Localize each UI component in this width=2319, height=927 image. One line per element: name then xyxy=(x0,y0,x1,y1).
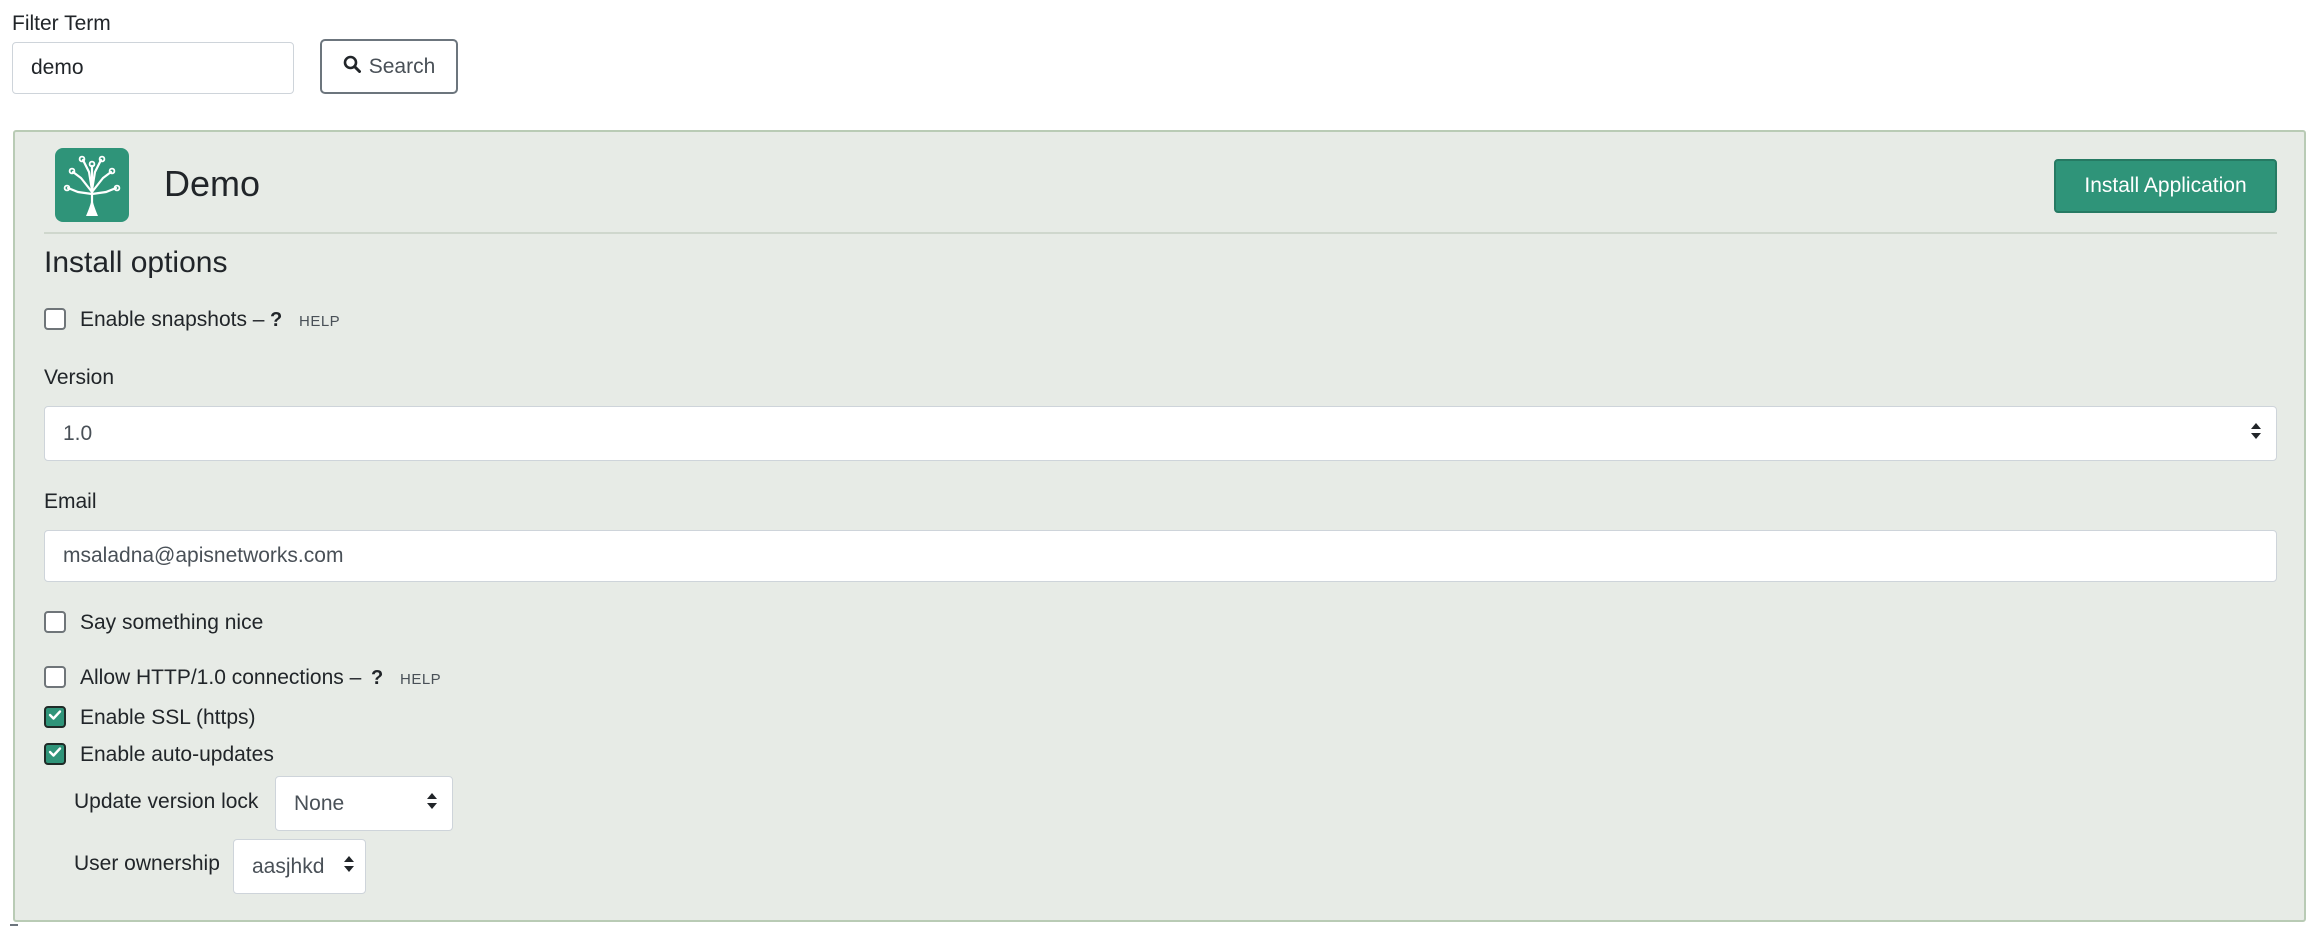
user-ownership-label: User ownership xyxy=(74,852,220,875)
checkmark-icon xyxy=(48,745,62,763)
enable-auto-updates-label: Enable auto-updates xyxy=(80,743,274,766)
enable-snapshots-checkbox[interactable] xyxy=(44,308,66,330)
update-version-lock-select[interactable]: None xyxy=(275,776,453,831)
help-question-icon[interactable]: ? xyxy=(270,309,282,332)
enable-auto-updates-checkbox[interactable] xyxy=(44,743,66,765)
filter-term-input[interactable] xyxy=(12,42,294,94)
select-arrows-icon xyxy=(343,854,355,880)
say-something-nice-checkbox[interactable] xyxy=(44,611,66,633)
app-title: Demo xyxy=(164,163,261,204)
http10-help-link[interactable]: HELP xyxy=(400,671,441,688)
help-question-icon[interactable]: ? xyxy=(371,667,383,690)
filter-term-label: Filter Term xyxy=(12,12,111,35)
select-arrows-icon xyxy=(2250,421,2262,447)
enable-ssl-checkbox[interactable] xyxy=(44,706,66,728)
email-label: Email xyxy=(44,490,97,513)
tree-icon xyxy=(55,148,129,222)
snapshots-help-link[interactable]: HELP xyxy=(299,313,340,330)
ownership-value: aasjhkd xyxy=(252,854,325,878)
version-select-value: 1.0 xyxy=(63,421,93,445)
header-divider xyxy=(44,232,2277,234)
checkmark-icon xyxy=(48,708,62,726)
install-options-title: Install options xyxy=(44,246,228,279)
enable-snapshots-label: Enable snapshots – xyxy=(80,308,265,331)
allow-http10-checkbox[interactable] xyxy=(44,666,66,688)
enable-ssl-label: Enable SSL (https) xyxy=(80,706,256,729)
search-button[interactable]: Search xyxy=(320,39,458,94)
allow-http10-label: Allow HTTP/1.0 connections – xyxy=(80,666,362,689)
select-arrows-icon xyxy=(426,791,438,817)
update-version-lock-label: Update version lock xyxy=(74,790,259,813)
search-button-label: Search xyxy=(368,54,436,78)
scroll-indicator xyxy=(10,924,18,926)
search-icon xyxy=(343,55,361,79)
user-ownership-select[interactable]: aasjhkd xyxy=(233,839,366,894)
install-application-button[interactable]: Install Application xyxy=(2054,159,2277,213)
version-label: Version xyxy=(44,366,115,389)
version-select[interactable]: 1.0 xyxy=(44,406,2277,461)
email-field[interactable] xyxy=(44,530,2277,582)
version-lock-value: None xyxy=(294,791,345,815)
say-something-nice-label: Say something nice xyxy=(80,611,264,634)
